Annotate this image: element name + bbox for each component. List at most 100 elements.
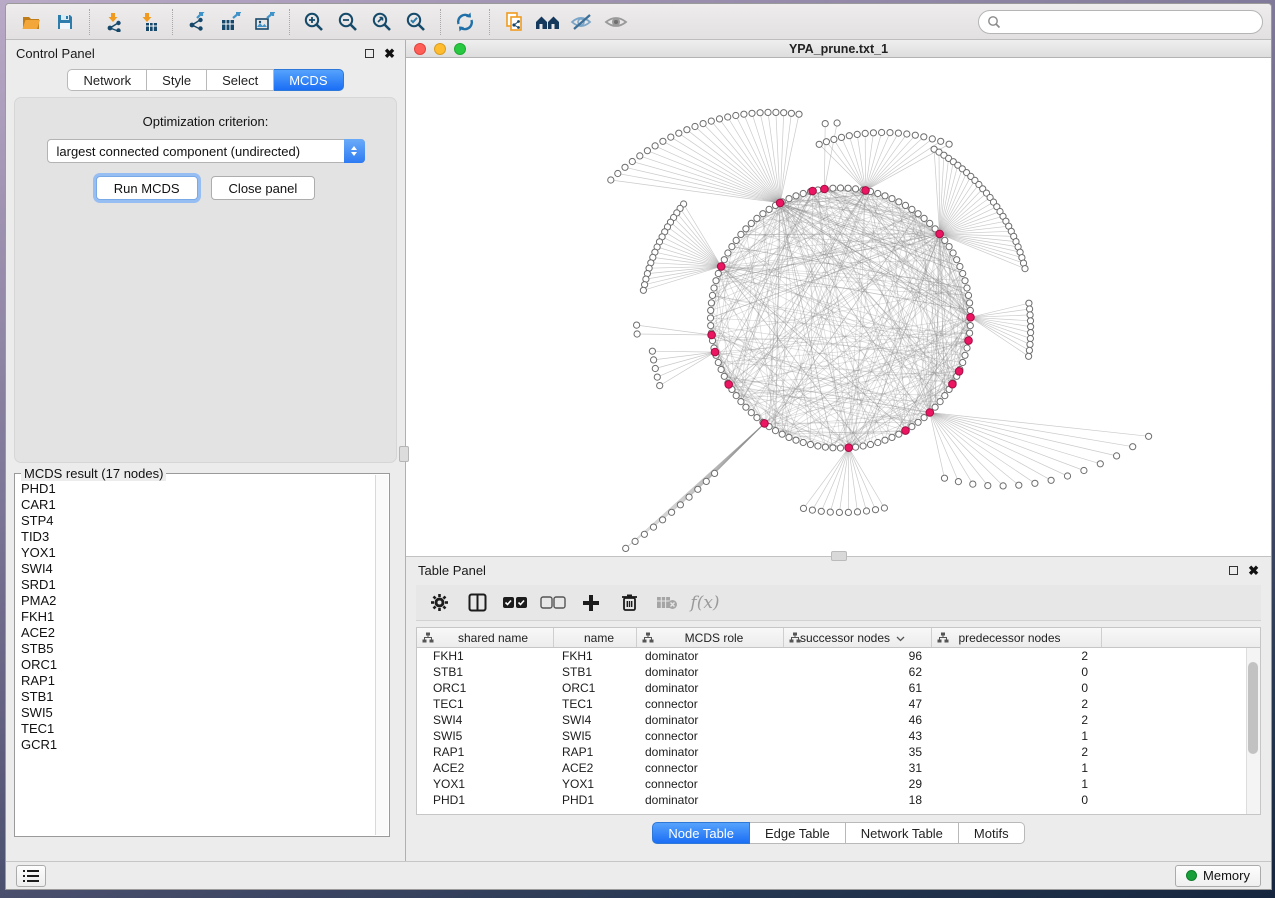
- tab-network[interactable]: Network: [67, 69, 147, 91]
- delete-column-icon[interactable]: [612, 588, 646, 618]
- column-label: shared name: [458, 631, 528, 645]
- cell-predecessor-nodes: 2: [932, 713, 1102, 727]
- result-node: ORC1: [21, 657, 375, 673]
- task-history-button[interactable]: [16, 865, 46, 887]
- column-header-shared-name[interactable]: shared name: [417, 628, 554, 647]
- table-scrollbar[interactable]: [1246, 648, 1260, 814]
- cell-name: YOX1: [554, 777, 637, 791]
- table-row[interactable]: PHD1 PHD1 dominator 18 0: [417, 792, 1260, 808]
- close-panel-icon[interactable]: ✖: [384, 47, 395, 60]
- result-scrollbar[interactable]: [375, 475, 388, 835]
- tab-network-table[interactable]: Network Table: [846, 822, 959, 844]
- optimization-criterion-select[interactable]: largest connected component (undirected): [47, 139, 365, 163]
- select-all-checkboxes-icon[interactable]: [498, 588, 532, 618]
- minimize-window-icon[interactable]: [434, 43, 446, 55]
- cell-name: ORC1: [554, 681, 637, 695]
- zoom-fit-icon[interactable]: [365, 7, 399, 37]
- network-graph[interactable]: [406, 58, 1271, 556]
- table-row[interactable]: ACE2 ACE2 connector 31 1: [417, 760, 1260, 776]
- tab-motifs[interactable]: Motifs: [959, 822, 1025, 844]
- export-network-icon[interactable]: [180, 7, 214, 37]
- network-window-titlebar[interactable]: YPA_prune.txt_1: [406, 40, 1271, 58]
- cell-mcds-role: connector: [637, 697, 784, 711]
- vertical-splitter-grip[interactable]: [399, 446, 409, 462]
- mcds-result-list[interactable]: PHD1 CAR1 STP4 TID3 YOX1 SWI4 SRD1 PMA2 …: [16, 475, 375, 835]
- column-header-mcds-role[interactable]: MCDS role: [637, 628, 784, 647]
- memory-button[interactable]: Memory: [1175, 865, 1261, 887]
- network-canvas[interactable]: [406, 58, 1271, 556]
- table-row[interactable]: YOX1 YOX1 connector 29 1: [417, 776, 1260, 792]
- dominator-node: [967, 314, 975, 322]
- close-window-icon[interactable]: [414, 43, 426, 55]
- float-panel-icon[interactable]: [365, 49, 374, 58]
- dominator-node: [862, 187, 870, 195]
- status-bar: Memory: [6, 861, 1271, 889]
- run-mcds-button[interactable]: Run MCDS: [96, 176, 198, 200]
- cell-shared-name: ACE2: [417, 761, 554, 775]
- close-panel-icon[interactable]: ✖: [1248, 564, 1259, 577]
- save-session-icon[interactable]: [48, 7, 82, 37]
- dominator-node: [708, 331, 716, 339]
- column-header-successor-nodes[interactable]: successor nodes: [784, 628, 932, 647]
- export-image-icon[interactable]: [248, 7, 282, 37]
- zoom-in-icon[interactable]: [297, 7, 331, 37]
- main-toolbar: [6, 4, 1271, 40]
- show-all-icon[interactable]: [599, 7, 633, 37]
- result-node: CAR1: [21, 497, 375, 513]
- window-controls: [414, 43, 466, 55]
- table-row[interactable]: STB1 STB1 dominator 62 0: [417, 664, 1260, 680]
- select-stepper-icon: [344, 139, 365, 163]
- dominator-node: [926, 409, 934, 417]
- unselect-all-checkboxes-icon[interactable]: [536, 588, 570, 618]
- apply-layout-icon[interactable]: [448, 7, 482, 37]
- result-node: RAP1: [21, 673, 375, 689]
- cell-predecessor-nodes: 0: [932, 793, 1102, 807]
- close-panel-button[interactable]: Close panel: [211, 176, 316, 200]
- table-row[interactable]: SWI4 SWI4 dominator 46 2: [417, 712, 1260, 728]
- horizontal-splitter-grip[interactable]: [831, 551, 847, 561]
- hide-selected-icon[interactable]: [565, 7, 599, 37]
- table-row[interactable]: FKH1 FKH1 dominator 96 2: [417, 648, 1260, 664]
- clone-network-icon[interactable]: [497, 7, 531, 37]
- add-column-icon[interactable]: [574, 588, 608, 618]
- maximize-window-icon[interactable]: [454, 43, 466, 55]
- dominator-node: [955, 368, 963, 376]
- tab-edge-table[interactable]: Edge Table: [750, 822, 846, 844]
- network-view-window: YPA_prune.txt_1: [406, 40, 1271, 556]
- tab-style[interactable]: Style: [147, 69, 207, 91]
- export-table-icon[interactable]: [214, 7, 248, 37]
- search-input[interactable]: [978, 10, 1263, 34]
- import-table-icon[interactable]: [131, 7, 165, 37]
- result-node: TID3: [21, 529, 375, 545]
- table-row[interactable]: TEC1 TEC1 connector 47 2: [417, 696, 1260, 712]
- mcds-tab-panel: Optimization criterion: largest connecte…: [14, 97, 397, 463]
- dominator-node: [845, 444, 853, 452]
- table-row[interactable]: SWI5 SWI5 connector 43 1: [417, 728, 1260, 744]
- zoom-selected-icon[interactable]: [399, 7, 433, 37]
- cell-successor-nodes: 62: [784, 665, 932, 679]
- cell-successor-nodes: 96: [784, 649, 932, 663]
- tab-node-table[interactable]: Node Table: [652, 822, 750, 844]
- scrollbar-thumb[interactable]: [1248, 662, 1258, 754]
- result-node: GCR1: [21, 737, 375, 753]
- table-row[interactable]: ORC1 ORC1 dominator 61 0: [417, 680, 1260, 696]
- open-session-icon[interactable]: [14, 7, 48, 37]
- gear-icon[interactable]: [422, 588, 456, 618]
- column-header-predecessor-nodes[interactable]: predecessor nodes: [932, 628, 1102, 647]
- column-view-icon[interactable]: [460, 588, 494, 618]
- first-neighbors-icon[interactable]: [531, 7, 565, 37]
- zoom-out-icon[interactable]: [331, 7, 365, 37]
- cell-predecessor-nodes: 1: [932, 777, 1102, 791]
- cytoscape-window: Control Panel ✖ Network Style Select MCD…: [5, 3, 1272, 890]
- float-panel-icon[interactable]: [1229, 566, 1238, 575]
- control-panel: Control Panel ✖ Network Style Select MCD…: [6, 40, 406, 861]
- tab-mcds[interactable]: MCDS: [274, 69, 343, 91]
- import-network-icon[interactable]: [97, 7, 131, 37]
- cell-mcds-role: dominator: [637, 681, 784, 695]
- column-header-name[interactable]: name: [554, 628, 637, 647]
- cell-shared-name: TEC1: [417, 697, 554, 711]
- table-row[interactable]: RAP1 RAP1 dominator 35 2: [417, 744, 1260, 760]
- control-tabs: Network Style Select MCDS: [6, 66, 405, 97]
- cell-shared-name: FKH1: [417, 649, 554, 663]
- tab-select[interactable]: Select: [207, 69, 274, 91]
